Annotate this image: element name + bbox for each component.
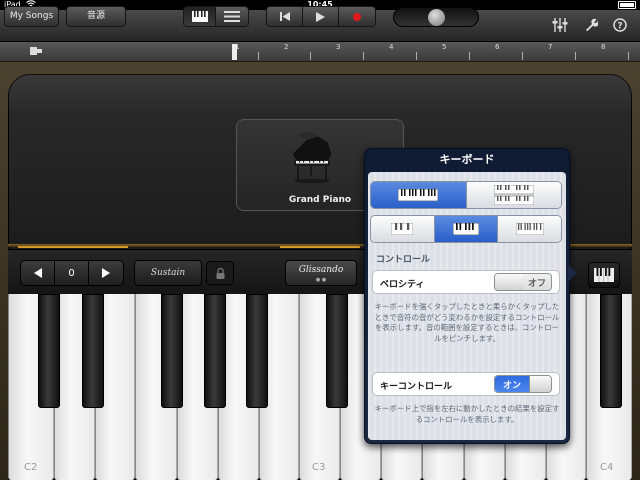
track-settings-icon[interactable] [30,46,42,59]
key-size-selector [370,215,562,243]
black-key[interactable] [204,294,226,408]
octave-up-button[interactable] [89,261,123,285]
black-key[interactable] [161,294,183,408]
view-switcher [183,6,249,27]
popover-title: キーボード [439,153,495,166]
key-label-c4: C4 [600,462,614,473]
velocity-toggle-state: オフ [523,274,551,290]
keyboard-icon [594,268,614,282]
keyboard-settings-button[interactable] [588,262,620,288]
popover-arrow [568,264,577,282]
key-label-c3: C3 [312,462,326,473]
black-key[interactable] [600,294,622,408]
play-icon [316,11,325,22]
bar-number: 1 [235,43,240,51]
arrow-right-icon [102,268,110,278]
bar-number: 2 [284,43,289,51]
section-label-controls: コントロール [376,255,431,265]
battery-icon [618,1,636,9]
bar-number: 6 [495,43,500,51]
glissando-button[interactable]: Glissando ● ● [285,260,357,286]
glissando-label: Glissando [298,265,344,275]
bar-number: 4 [389,43,394,51]
wrench-icon[interactable] [584,18,599,37]
keyboard-view-button[interactable] [184,7,217,26]
small-keys-icon [515,223,544,235]
velocity-label: ベロシティ [380,280,425,290]
black-key[interactable] [246,294,268,408]
tracks-list-icon [224,11,240,22]
help-icon[interactable]: ? [613,18,627,37]
toggle-thumb [529,376,551,392]
ruler-tick [310,52,311,60]
octave-value: 0 [55,261,89,285]
rewind-to-start-icon [279,12,290,21]
bar-number: 5 [442,43,447,51]
arrow-left-icon [33,268,42,278]
lock-icon [216,267,224,279]
amber-highlight [280,246,360,248]
key-control-description: キーボード上で指を左右に動かしたときの結果を設定するコントロールを表示します。 [374,404,560,424]
svg-text:?: ? [617,22,622,32]
page-dots: ● ● [315,277,327,283]
timeline-ruler[interactable]: 1 2 3 4 5 6 7 8 [0,42,640,62]
large-keys-icon [391,223,414,235]
sustain-lock-button[interactable] [206,261,234,285]
black-key[interactable] [38,294,60,408]
single-keyboard-option[interactable] [371,182,467,208]
black-key[interactable] [326,294,348,408]
ruler-tick [575,52,576,60]
grand-piano-icon [288,132,336,188]
bar-number: 3 [336,43,341,51]
play-button[interactable] [303,7,339,26]
key-control-toggle-state: オン [495,376,529,392]
ruler-tick [628,52,629,60]
double-keyboard-option[interactable] [466,182,561,208]
velocity-description: キーボードを強くタップしたときと柔らかくタップしたときで音符の音がどう変わるかを… [374,302,560,343]
octave-control: 0 [20,260,124,286]
ruler-tick [469,52,470,60]
small-keys-option[interactable] [498,216,561,242]
octave-down-button[interactable] [21,261,55,285]
sound-source-button[interactable]: 音源 [66,6,126,27]
amber-highlight [18,246,128,248]
volume-knob[interactable] [428,9,445,26]
rewind-button[interactable] [267,7,304,26]
medium-keys-option[interactable] [434,216,499,242]
ruler-tick [416,52,417,60]
key-label-c2: C2 [24,462,38,473]
my-songs-button[interactable]: My Songs [4,6,59,27]
ruler-tick [258,52,259,60]
ruler-tick [363,52,364,60]
key-control-label: キーコントロール [380,382,453,392]
key-control-toggle[interactable]: オン [494,375,552,393]
tracks-view-button[interactable] [216,7,248,26]
medium-keys-icon [453,223,479,235]
record-button[interactable] [338,7,375,26]
sustain-button[interactable]: Sustain [134,260,202,286]
piano-keys-icon [191,11,208,22]
keyboard-layout-selector [370,181,562,209]
record-icon [352,12,361,21]
toggle-thumb [495,274,523,290]
double-keyboard-icon [493,185,534,205]
transport-controls [266,6,376,27]
black-key[interactable] [82,294,104,408]
panel-shine [8,74,632,114]
mixer-sliders-icon[interactable] [552,18,568,37]
velocity-toggle[interactable]: オフ [494,273,552,291]
bar-number: 7 [548,43,553,51]
large-keys-option[interactable] [371,216,435,242]
master-volume-slider[interactable] [393,7,479,27]
single-keyboard-icon [398,189,439,201]
bar-number: 8 [601,43,606,51]
ruler-tick [522,52,523,60]
